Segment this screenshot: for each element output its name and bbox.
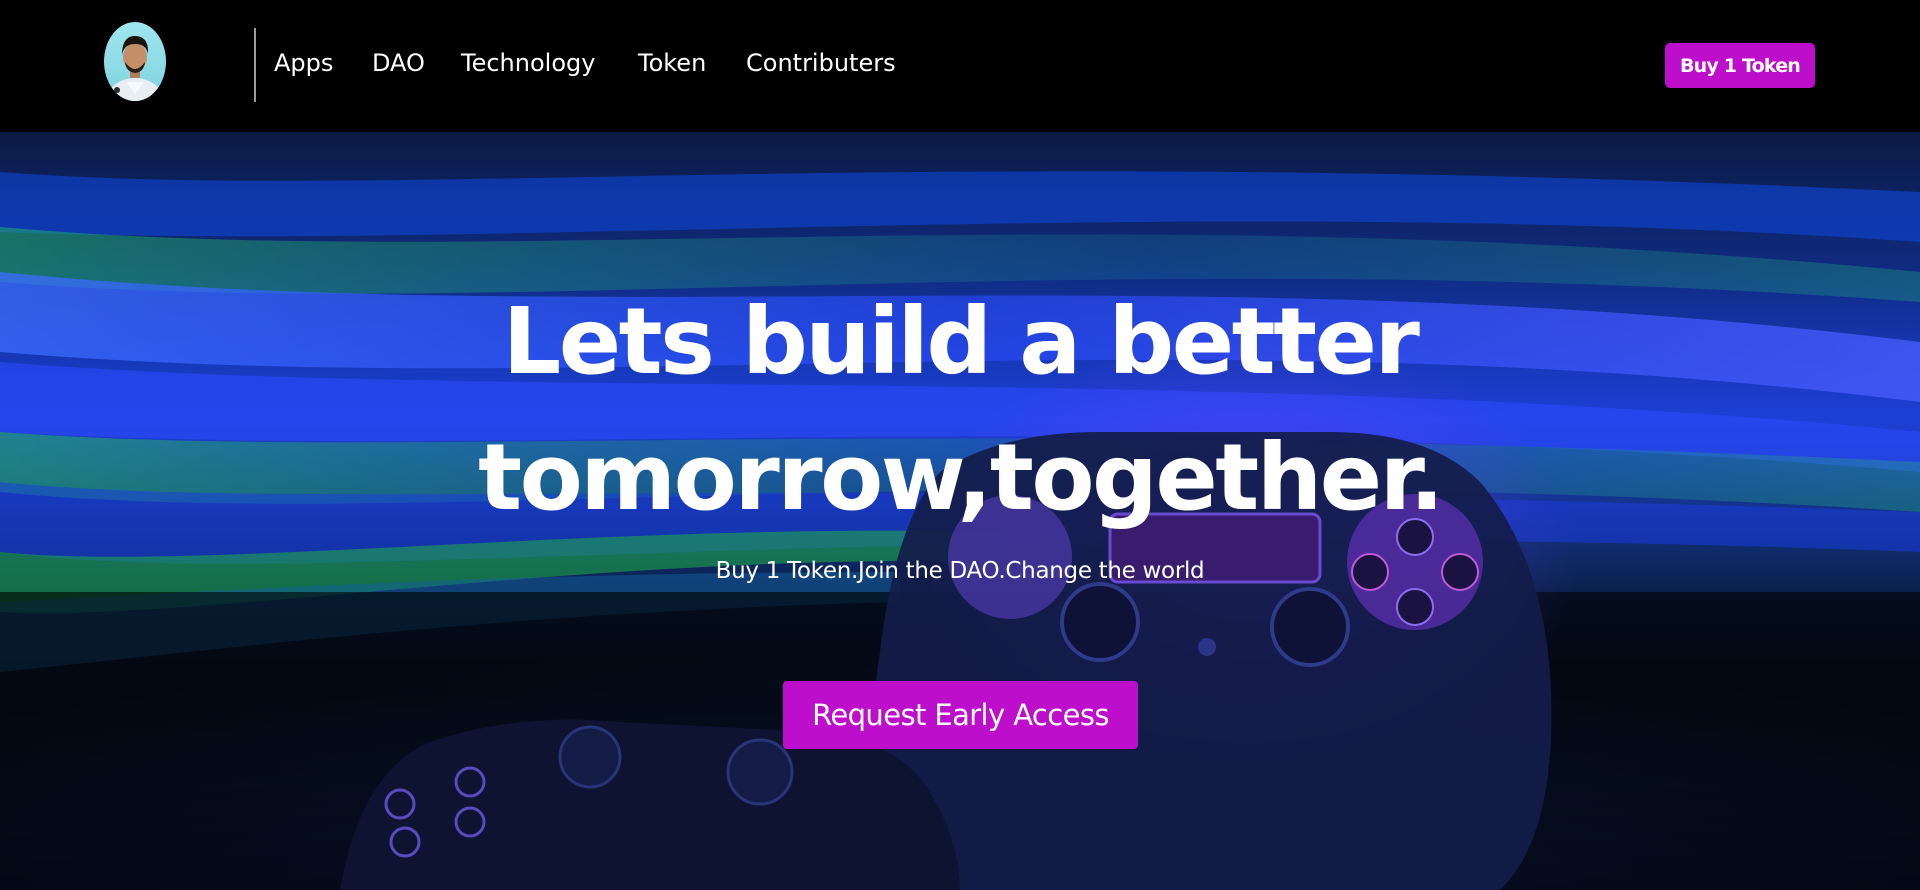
request-early-access-button[interactable]: Request Early Access: [783, 681, 1138, 749]
buy-token-button[interactable]: Buy 1 Token: [1665, 43, 1815, 88]
site-header: Apps DAO Technology Token Contributers B…: [0, 0, 1920, 132]
hero-subtitle: Buy 1 Token.Join the DAO.Change the worl…: [715, 558, 1205, 584]
hero-title-line2: tomorrow,together.: [478, 424, 1444, 531]
hero-section: Lets build a better tomorrow,together. B…: [0, 132, 1920, 890]
nav-link-technology[interactable]: Technology: [461, 49, 595, 77]
nav-link-contributers[interactable]: Contributers: [746, 49, 896, 77]
nav-link-token[interactable]: Token: [638, 49, 706, 77]
hero-title-line1: Lets build a better: [502, 288, 1420, 395]
nav-link-apps[interactable]: Apps: [274, 49, 333, 77]
header-divider: [254, 28, 256, 102]
avatar[interactable]: [104, 22, 166, 101]
nav-link-dao[interactable]: DAO: [372, 49, 425, 77]
